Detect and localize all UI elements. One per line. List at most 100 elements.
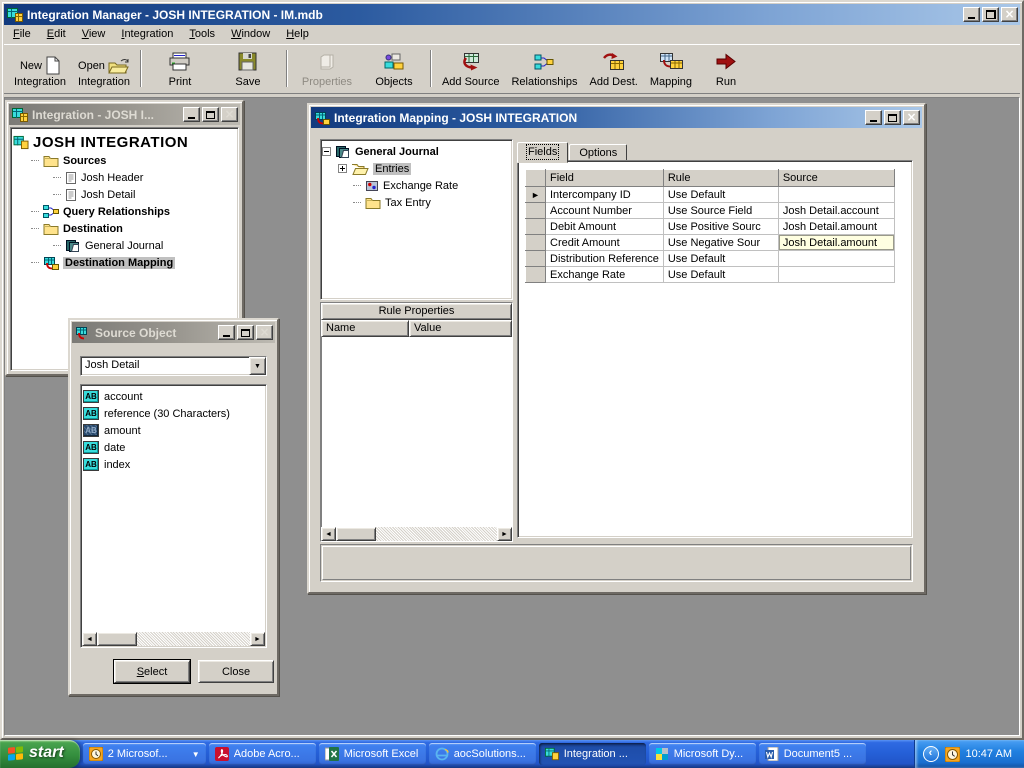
minimize-button[interactable]: [218, 325, 235, 340]
grid-row[interactable]: Debit Amount Use Positive Sourc Josh Det…: [526, 219, 895, 235]
start-button[interactable]: start: [0, 740, 80, 768]
scroll-right-icon[interactable]: ►: [497, 527, 512, 541]
add-dest-label: Add Dest.: [590, 76, 638, 89]
tree-item-entries[interactable]: Entries: [338, 160, 511, 177]
entries-label: Entries: [373, 163, 411, 175]
taskbar-button-dynamics[interactable]: Microsoft Dy...: [649, 743, 756, 765]
menu-integration[interactable]: Integration: [113, 26, 181, 43]
close-button[interactable]: ×: [1001, 7, 1018, 22]
source-object-combobox[interactable]: Josh Detail ▼: [80, 356, 267, 376]
col-header-source[interactable]: Source: [778, 170, 894, 187]
restore-button[interactable]: [982, 7, 999, 22]
grid-row[interactable]: ► Intercompany ID Use Default: [526, 187, 895, 203]
chevron-down-icon[interactable]: ▼: [249, 357, 266, 375]
mapping-window-title: Integration Mapping - JOSH INTEGRATION: [334, 111, 861, 125]
close-button[interactable]: ×: [221, 107, 238, 122]
menu-view[interactable]: View: [74, 26, 114, 43]
row-selector[interactable]: ►: [526, 187, 546, 203]
list-item-index[interactable]: index: [83, 456, 264, 473]
close-button[interactable]: ×: [903, 110, 920, 125]
close-button[interactable]: Close: [198, 660, 274, 683]
tray-clock-icon: [945, 747, 960, 762]
minimize-button[interactable]: [963, 7, 980, 22]
minimize-button[interactable]: [865, 110, 882, 125]
maximize-button[interactable]: [237, 325, 254, 340]
run-button[interactable]: Run: [700, 47, 752, 90]
new-integration-label2: Integration: [14, 76, 66, 89]
tree-item-general-journal[interactable]: General Journal: [322, 143, 511, 160]
value-column-header[interactable]: Value: [409, 320, 512, 337]
row-selector[interactable]: [526, 235, 546, 251]
grid-row[interactable]: Credit Amount Use Negative Sour Josh Det…: [526, 235, 895, 251]
mapping-button[interactable]: Mapping: [646, 47, 696, 90]
tab-fields[interactable]: Fields: [517, 142, 568, 163]
tree-item-josh-header[interactable]: Josh Header: [53, 169, 236, 186]
list-item-amount[interactable]: amount: [83, 422, 264, 439]
menu-tools[interactable]: Tools: [181, 26, 223, 43]
taskbar-button-integration[interactable]: Integration ...: [539, 743, 646, 765]
tree-root-josh-integration[interactable]: JOSH INTEGRATION: [13, 132, 236, 152]
grid-row[interactable]: Distribution Reference Use Default: [526, 251, 895, 267]
tree-item-destination[interactable]: Destination: [31, 220, 236, 237]
horizontal-scrollbar[interactable]: ◄ ►: [82, 632, 265, 646]
relationships-button[interactable]: Relationships: [507, 47, 581, 90]
save-button[interactable]: Save: [216, 47, 280, 90]
tree-item-josh-detail[interactable]: Josh Detail: [53, 186, 236, 203]
add-source-button[interactable]: Add Source: [438, 47, 503, 90]
grid-row[interactable]: Exchange Rate Use Default: [526, 267, 895, 283]
horizontal-scrollbar[interactable]: ◄ ►: [321, 527, 512, 541]
close-button[interactable]: ×: [256, 325, 273, 340]
selected-cell[interactable]: Josh Detail.amount: [778, 235, 894, 251]
tree-item-general-journal[interactable]: General Journal: [53, 237, 236, 254]
list-item-account[interactable]: account: [83, 388, 264, 405]
tree-item-query-relationships[interactable]: Query Relationships: [31, 203, 236, 220]
col-header-field[interactable]: Field: [546, 170, 664, 187]
name-column-header[interactable]: Name: [321, 320, 409, 337]
tree-item-destination-mapping[interactable]: Destination Mapping: [31, 254, 236, 271]
menu-window[interactable]: Window: [223, 26, 278, 43]
expand-icon[interactable]: [338, 164, 347, 173]
list-item-reference[interactable]: reference (30 Characters): [83, 405, 264, 422]
tree-item-sources[interactable]: Sources: [31, 152, 236, 169]
maximize-button[interactable]: [884, 110, 901, 125]
add-dest-button[interactable]: Add Dest.: [586, 47, 642, 90]
maximize-button[interactable]: [202, 107, 219, 122]
menu-help[interactable]: Help: [278, 26, 317, 43]
open-integration-label2: Integration: [78, 76, 130, 89]
scroll-left-icon[interactable]: ◄: [82, 632, 97, 646]
scroll-right-icon[interactable]: ►: [250, 632, 265, 646]
scroll-thumb[interactable]: [97, 632, 137, 646]
taskbar-button-microsoft-group[interactable]: 2 Microsof... ▼: [83, 743, 206, 765]
new-integration-button[interactable]: New Integration: [10, 47, 70, 90]
exchange-rate-label: Exchange Rate: [383, 180, 458, 192]
taskbar-clock[interactable]: 10:47 AM: [966, 748, 1012, 760]
tree-item-tax-entry[interactable]: Tax Entry: [353, 194, 511, 211]
row-selector[interactable]: [526, 251, 546, 267]
taskbar-button-word[interactable]: Document5 ...: [759, 743, 866, 765]
open-integration-label: Open: [78, 60, 105, 73]
menu-file[interactable]: File: [5, 26, 39, 43]
minimize-button[interactable]: [183, 107, 200, 122]
open-integration-button[interactable]: Open Integration: [74, 47, 134, 90]
taskbar-button-aocsolutions[interactable]: aocSolutions...: [429, 743, 536, 765]
list-item-date[interactable]: date: [83, 439, 264, 456]
scroll-left-icon[interactable]: ◄: [321, 527, 336, 541]
menu-edit[interactable]: Edit: [39, 26, 74, 43]
objects-button[interactable]: Objects: [364, 47, 424, 90]
taskbar-button-excel[interactable]: Microsoft Excel: [319, 743, 426, 765]
select-button[interactable]: Select: [114, 660, 190, 683]
hide-icons-chevron-icon[interactable]: ‹: [923, 746, 939, 762]
row-selector[interactable]: [526, 219, 546, 235]
print-button[interactable]: Print: [148, 47, 212, 90]
row-selector[interactable]: [526, 267, 546, 283]
collapse-icon[interactable]: [322, 147, 331, 156]
col-header-rule[interactable]: Rule: [663, 170, 778, 187]
source-object-titlebar: Source Object ×: [72, 322, 275, 343]
grid-row[interactable]: Account Number Use Source Field Josh Det…: [526, 203, 895, 219]
row-selector[interactable]: [526, 203, 546, 219]
tree-item-exchange-rate[interactable]: Exchange Rate: [353, 177, 511, 194]
taskbar-button-adobe[interactable]: Adobe Acro...: [209, 743, 316, 765]
open-folder-icon: [108, 57, 130, 75]
scroll-thumb[interactable]: [336, 527, 376, 541]
chevron-down-icon[interactable]: ▼: [192, 750, 200, 759]
